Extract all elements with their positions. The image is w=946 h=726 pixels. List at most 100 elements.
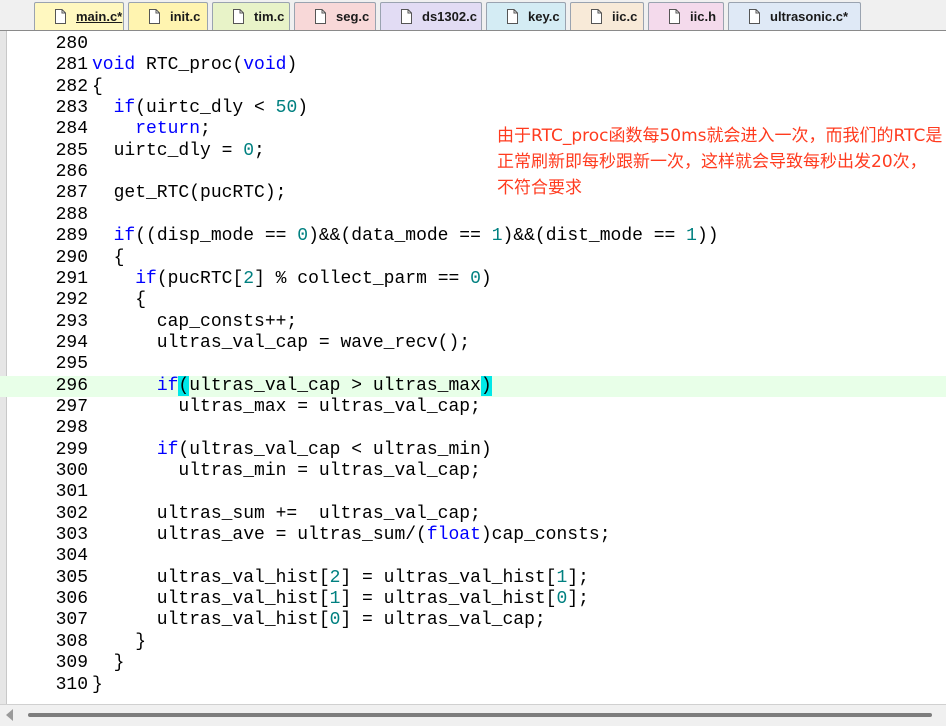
file-tab-bar: main.c* init.c tim.c seg.c ds1302.c key.c iic.… (0, 0, 946, 31)
line-number: 306 (55, 589, 88, 610)
code-text: } (92, 674, 103, 695)
tab-label: ultrasonic.c* (770, 9, 849, 24)
line-number: 299 (55, 439, 88, 460)
tab-ultrasonic-c[interactable]: ultrasonic.c* (728, 2, 861, 30)
code-line[interactable]: 307 ultras_val_hist[0] = ultras_val_cap; (0, 610, 946, 631)
tab-label: key.c (528, 9, 560, 24)
code-line[interactable]: 310} (0, 675, 946, 696)
code-line[interactable]: 292 { (0, 290, 946, 311)
code-line[interactable]: 283 if(uirtc_dly < 50) (0, 98, 946, 119)
line-number: 300 (55, 461, 88, 481)
tab-iic-h[interactable]: iic.h (648, 2, 724, 30)
line-number: 295 (55, 354, 88, 375)
code-text: uirtc_dly = 0; (92, 140, 265, 161)
code-line[interactable]: 299 if(ultras_val_cap < ultras_min) (0, 440, 946, 461)
line-number: 301 (55, 482, 88, 503)
line-number: 287 (55, 183, 88, 204)
tab-label: iic.c (612, 9, 638, 24)
code-line[interactable]: 294 ultras_val_cap = wave_recv(); (0, 333, 946, 354)
file-icon (401, 9, 412, 24)
line-number: 302 (55, 503, 88, 524)
line-number: 281 (55, 55, 88, 76)
scrollbar-thumb[interactable] (28, 713, 932, 717)
tab-label: main.c* (76, 9, 123, 24)
code-text: ultras_sum += ultras_val_cap; (92, 503, 481, 524)
code-line[interactable]: 289 if((disp_mode == 0)&&(data_mode == 1… (0, 226, 946, 247)
code-text: { (92, 247, 125, 268)
tab-seg-c[interactable]: seg.c (294, 2, 376, 30)
code-line[interactable]: 304 (0, 546, 946, 567)
tab-ds1302-c[interactable]: ds1302.c (380, 2, 482, 30)
file-icon (233, 9, 244, 24)
code-line[interactable]: 306 ultras_val_hist[1] = ultras_val_hist… (0, 589, 946, 610)
code-text: if(uirtc_dly < 50) (113, 98, 309, 119)
file-icon (55, 9, 66, 24)
scroll-left-arrow-icon[interactable] (6, 709, 13, 721)
code-text: get_RTC(pucRTC); (92, 183, 287, 204)
line-number: 303 (55, 525, 88, 546)
line-number: 309 (55, 653, 88, 674)
code-text: { (92, 290, 147, 311)
line-number: 294 (55, 332, 88, 353)
code-line[interactable]: 300 ultras_min = ultras_val_cap; (0, 461, 946, 482)
tab-label: ds1302.c (422, 9, 477, 24)
code-line[interactable]: 309 } (0, 653, 946, 674)
line-number: 296 (55, 375, 88, 396)
tab-tim-c[interactable]: tim.c (212, 2, 290, 30)
line-number: 298 (55, 418, 88, 439)
code-line[interactable]: 280 (0, 34, 946, 55)
code-line[interactable]: 298 (0, 418, 946, 439)
code-line[interactable]: 308 } (0, 632, 946, 653)
file-icon (749, 9, 760, 24)
line-number: 289 (55, 226, 88, 247)
line-number: 308 (55, 631, 88, 652)
file-icon (149, 9, 160, 24)
file-icon (669, 9, 680, 24)
code-text: if(ultras_val_cap < ultras_min) (156, 439, 492, 460)
line-number: 290 (55, 247, 88, 268)
code-text: { (92, 76, 103, 97)
code-text: } (92, 653, 125, 674)
file-icon (507, 9, 518, 24)
code-text: ultras_val_hist[1] = ultras_val_hist[0]; (92, 589, 589, 610)
line-number: 285 (55, 140, 88, 161)
code-line[interactable]: 301 (0, 482, 946, 503)
code-line[interactable]: 281 void RTC_proc(void) (0, 55, 946, 76)
code-line[interactable]: 282{ (0, 77, 946, 98)
code-line[interactable]: 296 if(ultras_val_cap > ultras_max) (0, 375, 946, 397)
code-text: ultras_ave = ultras_sum/(float)cap_const… (92, 525, 611, 546)
code-text: if((disp_mode == 0)&&(data_mode == 1)&&(… (113, 226, 719, 247)
code-line[interactable]: 291 if(pucRTC[2] % collect_parm == 0) (0, 269, 946, 290)
tab-label: seg.c (336, 9, 370, 24)
horizontal-scrollbar[interactable] (0, 704, 946, 726)
tab-init-c[interactable]: init.c (128, 2, 208, 30)
code-line[interactable]: 290 { (0, 248, 946, 269)
line-number: 280 (55, 34, 88, 54)
code-line[interactable]: 297 ultras_max = ultras_val_cap; (0, 397, 946, 418)
code-text: ultras_val_cap = wave_recv(); (92, 332, 471, 353)
code-line[interactable]: 288 (0, 205, 946, 226)
code-text: ultras_min = ultras_val_cap; (92, 461, 481, 481)
code-text: ultras_val_hist[2] = ultras_val_hist[1]; (92, 567, 589, 588)
code-line[interactable]: 305 ultras_val_hist[2] = ultras_val_hist… (0, 568, 946, 589)
code-line[interactable]: 295 (0, 354, 946, 375)
line-number: 293 (55, 311, 88, 332)
tab-label: init.c (170, 9, 201, 24)
file-icon (315, 9, 326, 24)
code-line[interactable]: 293 cap_consts++; (0, 312, 946, 333)
tab-key-c[interactable]: key.c (486, 2, 566, 30)
line-number: 304 (55, 546, 88, 567)
code-line[interactable]: 302 ultras_sum += ultras_val_cap; (0, 504, 946, 525)
tab-main-c[interactable]: main.c* (34, 2, 124, 30)
line-number: 292 (55, 290, 88, 311)
code-text: cap_consts++; (92, 311, 298, 332)
line-number: 297 (55, 396, 88, 417)
tab-iic-c[interactable]: iic.c (570, 2, 644, 30)
line-number: 283 (55, 98, 88, 119)
line-number: 307 (55, 610, 88, 631)
code-text: void RTC_proc(void) (92, 55, 298, 76)
code-text: if(pucRTC[2] % collect_parm == 0) (135, 268, 492, 289)
code-text: if(ultras_val_cap > ultras_max) (156, 375, 492, 396)
code-line[interactable]: 303 ultras_ave = ultras_sum/(float)cap_c… (0, 525, 946, 546)
code-text: ultras_val_hist[0] = ultras_val_cap; (92, 610, 546, 631)
